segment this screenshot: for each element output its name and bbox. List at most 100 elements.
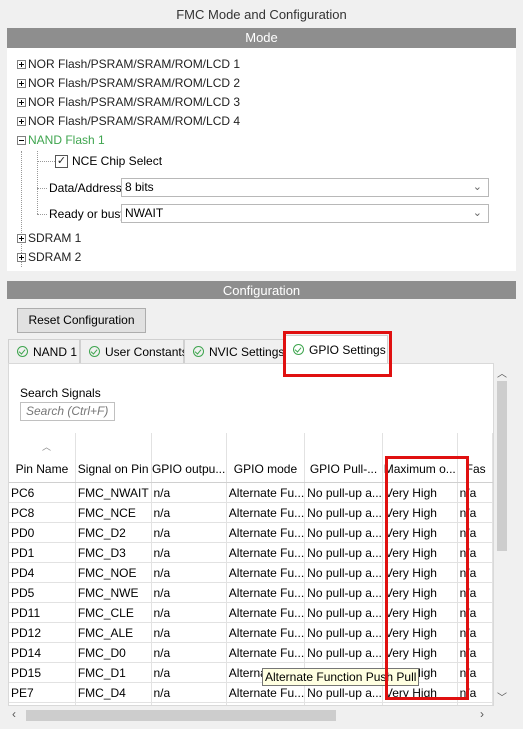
table-cell[interactable]: n/a (457, 602, 493, 623)
nce-chip-select-checkbox[interactable]: ✓ (55, 155, 68, 168)
table-cell[interactable]: FMC_D0 (75, 642, 152, 663)
reset-configuration-button[interactable]: Reset Configuration (17, 308, 146, 333)
table-cell[interactable]: n/a (151, 502, 227, 523)
table-cell[interactable]: Very High (382, 542, 458, 563)
table-cell[interactable]: PD12 (9, 622, 76, 643)
ready-busy-select[interactable]: NWAIT ⌄ (121, 204, 489, 223)
tree-item-nand-flash-1[interactable]: NAND Flash 1 (17, 131, 240, 150)
tab-user-constants[interactable]: User Constants (80, 339, 188, 363)
table-cell[interactable]: No pull-up a... (304, 602, 383, 623)
table-cell[interactable]: n/a (457, 542, 493, 563)
table-cell[interactable]: n/a (151, 522, 227, 543)
table-cell[interactable]: n/a (151, 682, 227, 703)
table-row[interactable]: PD15FMC_D1n/aAlternate Fu...No pull-up a… (9, 662, 493, 683)
table-cell[interactable]: Very High (382, 622, 458, 643)
column-header-gpio-output[interactable]: GPIO outpu... (151, 433, 227, 483)
tree-item-sdram-2[interactable]: SDRAM 2 (17, 248, 81, 267)
scroll-right-icon[interactable]: › (480, 707, 484, 721)
table-cell[interactable]: FMC_ALE (75, 622, 152, 643)
table-cell[interactable]: No pull-up a... (304, 522, 383, 543)
table-cell[interactable]: Alternate Fu... (226, 502, 306, 523)
table-cell[interactable]: Very High (382, 602, 458, 623)
table-row[interactable]: PC6 FMC_NWAIT n/a Alternate Fu... No pull-up… (9, 482, 493, 503)
table-cell[interactable]: FMC_D4 (75, 682, 152, 703)
column-header-fast-mode[interactable]: Fas (457, 433, 493, 483)
table-cell[interactable]: n/a (151, 602, 227, 623)
scrollbar-thumb[interactable] (497, 381, 507, 551)
table-cell[interactable]: n/a (457, 582, 493, 603)
table-cell[interactable]: FMC_NWAIT (75, 482, 152, 503)
table-cell[interactable]: Very High (382, 502, 458, 523)
table-cell[interactable]: n/a (457, 502, 493, 523)
vertical-scrollbar[interactable]: ︿ ﹀ (494, 363, 510, 706)
table-cell[interactable]: n/a (457, 622, 493, 643)
table-row[interactable]: PD5 FMC_NWE n/a Alternate Fu... No pull-up a… (9, 582, 493, 603)
tab-gpio-settings[interactable]: GPIO Settings (284, 335, 388, 363)
table-cell[interactable]: No pull-up a... (304, 582, 383, 603)
table-cell[interactable]: PD1 (9, 542, 76, 563)
expand-icon[interactable] (17, 60, 26, 70)
table-row[interactable]: PD11 FMC_CLE n/a Alternate Fu... No pull-up … (9, 602, 493, 623)
table-cell[interactable]: PD5 (9, 582, 76, 603)
column-header-pin-name[interactable]: ︿ Pin Name (9, 433, 76, 483)
scroll-up-icon[interactable]: ︿ (497, 365, 507, 380)
table-cell[interactable]: No pull-up a... (304, 502, 383, 523)
table-row[interactable]: PE7 FMC_D4 n/a Alternate Fu... No pull-up a.… (9, 682, 493, 703)
tree-item-nor-4[interactable]: NOR Flash/PSRAM/SRAM/ROM/LCD 4 (17, 112, 240, 131)
table-cell[interactable]: Alternate Fu... (226, 602, 306, 623)
table-row[interactable]: PD1 FMC_D3 n/a Alternate Fu... No pull-up a.… (9, 542, 493, 563)
table-cell[interactable]: n/a (457, 482, 493, 503)
table-cell[interactable]: Alternate Fu... (226, 562, 306, 583)
column-header-signal[interactable]: Signal on Pin (75, 433, 152, 483)
table-row[interactable]: PD14 FMC_D0 n/a Alternate Fu... No pull-up a… (9, 642, 493, 663)
column-header-gpio-pull[interactable]: GPIO Pull-... (304, 433, 383, 483)
tree-item-nor-1[interactable]: NOR Flash/PSRAM/SRAM/ROM/LCD 1 (17, 55, 240, 74)
table-cell[interactable]: PD0 (9, 522, 76, 543)
tab-nvic-settings[interactable]: NVIC Settings (184, 339, 284, 363)
expand-icon[interactable] (17, 98, 26, 108)
table-cell[interactable]: PD11 (9, 602, 76, 623)
table-cell[interactable]: n/a (457, 662, 493, 683)
table-cell[interactable]: PD14 (9, 642, 76, 663)
table-cell[interactable]: n/a (151, 482, 227, 503)
table-cell[interactable]: FMC_NCE (75, 502, 152, 523)
table-cell[interactable]: n/a (457, 682, 493, 703)
table-cell[interactable]: Very High (382, 482, 458, 503)
table-cell[interactable]: n/a (151, 642, 227, 663)
table-cell[interactable]: FMC_CLE (75, 602, 152, 623)
table-cell[interactable]: Very High (382, 522, 458, 543)
table-row[interactable]: PD0 FMC_D2 n/a Alternate Fu... No pull-up a.… (9, 522, 493, 543)
tree-item-nor-2[interactable]: NOR Flash/PSRAM/SRAM/ROM/LCD 2 (17, 74, 240, 93)
tree-item-sdram-1[interactable]: SDRAM 1 (17, 229, 81, 248)
tree-item-nor-3[interactable]: NOR Flash/PSRAM/SRAM/ROM/LCD 3 (17, 93, 240, 112)
table-cell[interactable]: FMC_D3 (75, 542, 152, 563)
table-cell[interactable]: n/a (457, 522, 493, 543)
table-cell[interactable]: Very High (382, 582, 458, 603)
tab-nand-1[interactable]: NAND 1 (8, 339, 80, 363)
table-cell[interactable]: FMC_NWE (75, 582, 152, 603)
table-cell[interactable]: n/a (151, 562, 227, 583)
data-address-select[interactable]: 8 bits ⌄ (121, 178, 489, 197)
table-cell[interactable]: FMC_NOE (75, 562, 152, 583)
horizontal-scrollbar[interactable]: ‹ › (8, 706, 494, 725)
table-cell[interactable]: Alternate Fu... (226, 622, 306, 643)
table-cell[interactable]: n/a (151, 542, 227, 563)
scrollbar-thumb[interactable] (26, 710, 336, 721)
table-row[interactable]: PD4 FMC_NOE n/a Alternate Fu... No pull-up a… (9, 562, 493, 583)
table-cell[interactable]: Alternate Fu... (226, 522, 306, 543)
table-cell[interactable]: n/a (457, 642, 493, 663)
search-input[interactable]: Search (Ctrl+F) (20, 402, 115, 421)
table-cell[interactable]: Alternate Fu... (226, 482, 306, 503)
table-cell[interactable]: PD15 (9, 662, 76, 683)
expand-icon[interactable] (17, 79, 26, 89)
table-cell[interactable]: Alternate Fu... (226, 542, 306, 563)
table-cell[interactable]: No pull-up a... (304, 542, 383, 563)
table-cell[interactable]: n/a (457, 562, 493, 583)
table-cell[interactable]: No pull-up a... (304, 562, 383, 583)
table-cell[interactable]: Alternate Fu... (226, 582, 306, 603)
table-cell[interactable]: n/a (151, 622, 227, 643)
scroll-left-icon[interactable]: ‹ (12, 707, 16, 721)
expand-icon[interactable] (17, 253, 26, 263)
table-cell[interactable]: PE7 (9, 682, 76, 703)
table-cell[interactable]: n/a (151, 582, 227, 603)
